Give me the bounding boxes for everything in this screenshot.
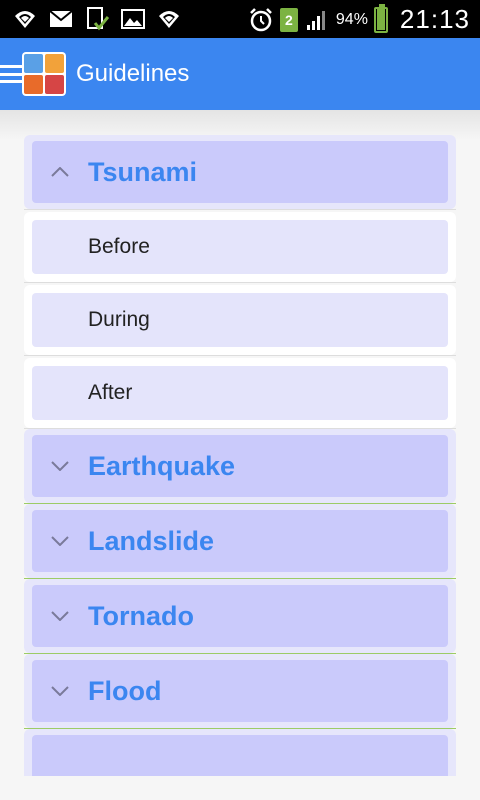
chevron-down-icon xyxy=(32,536,88,546)
bottom-strip xyxy=(0,776,480,800)
group-label: Tsunami xyxy=(88,156,198,187)
chevron-down-icon xyxy=(32,461,88,471)
group-label: Flood xyxy=(88,675,162,706)
group-label: Landslide xyxy=(88,525,215,556)
system-indicators: 2 94% 21:13 xyxy=(248,3,470,35)
image-icon xyxy=(120,6,146,32)
group-header-landslide[interactable]: Landslide xyxy=(24,504,456,578)
app-bar: Guidelines xyxy=(0,38,480,110)
group-header-earthquake[interactable]: Earthquake xyxy=(24,429,456,503)
group-header-tornado[interactable]: Tornado xyxy=(24,579,456,653)
chevron-down-icon xyxy=(32,686,88,696)
chevron-up-icon xyxy=(32,167,88,177)
wifi-alt-icon xyxy=(156,6,182,32)
alarm-icon xyxy=(248,7,274,33)
list-item-label: Before xyxy=(32,220,448,274)
chevron-down-icon xyxy=(32,611,88,621)
group-header-tsunami[interactable]: Tsunami xyxy=(24,135,456,209)
list-item-label: During xyxy=(32,293,448,347)
battery-icon xyxy=(373,3,388,33)
group-label: Earthquake xyxy=(88,450,236,481)
wifi-icon xyxy=(12,6,38,32)
battery-level-fill xyxy=(376,8,385,30)
list-item-label: After xyxy=(32,366,448,420)
menu-icon[interactable] xyxy=(0,63,22,85)
battery-percentage: 94% xyxy=(335,10,368,28)
notification-count-badge: 2 xyxy=(279,7,298,32)
group-header-partial[interactable] xyxy=(24,729,456,776)
expandable-list: Tsunami Before During After Earthquake L… xyxy=(24,135,456,776)
divider xyxy=(24,355,456,356)
page-title: Guidelines xyxy=(76,60,190,87)
notification-icons xyxy=(12,6,182,32)
app-logo[interactable] xyxy=(22,52,66,96)
download-check-icon xyxy=(84,6,110,32)
list-item-before[interactable]: Before xyxy=(24,212,456,282)
divider xyxy=(24,209,456,210)
status-bar: 2 94% 21:13 xyxy=(0,0,480,38)
list-item-after[interactable]: After xyxy=(24,358,456,428)
clock: 21:13 xyxy=(399,4,470,34)
divider xyxy=(24,282,456,283)
signal-icon xyxy=(304,7,330,33)
group-label: Tornado xyxy=(88,600,194,631)
list-item-during[interactable]: During xyxy=(24,285,456,355)
guidelines-list-area: Tsunami Before During After Earthquake L… xyxy=(0,110,480,776)
mail-icon xyxy=(48,6,74,32)
group-header-flood[interactable]: Flood xyxy=(24,654,456,728)
